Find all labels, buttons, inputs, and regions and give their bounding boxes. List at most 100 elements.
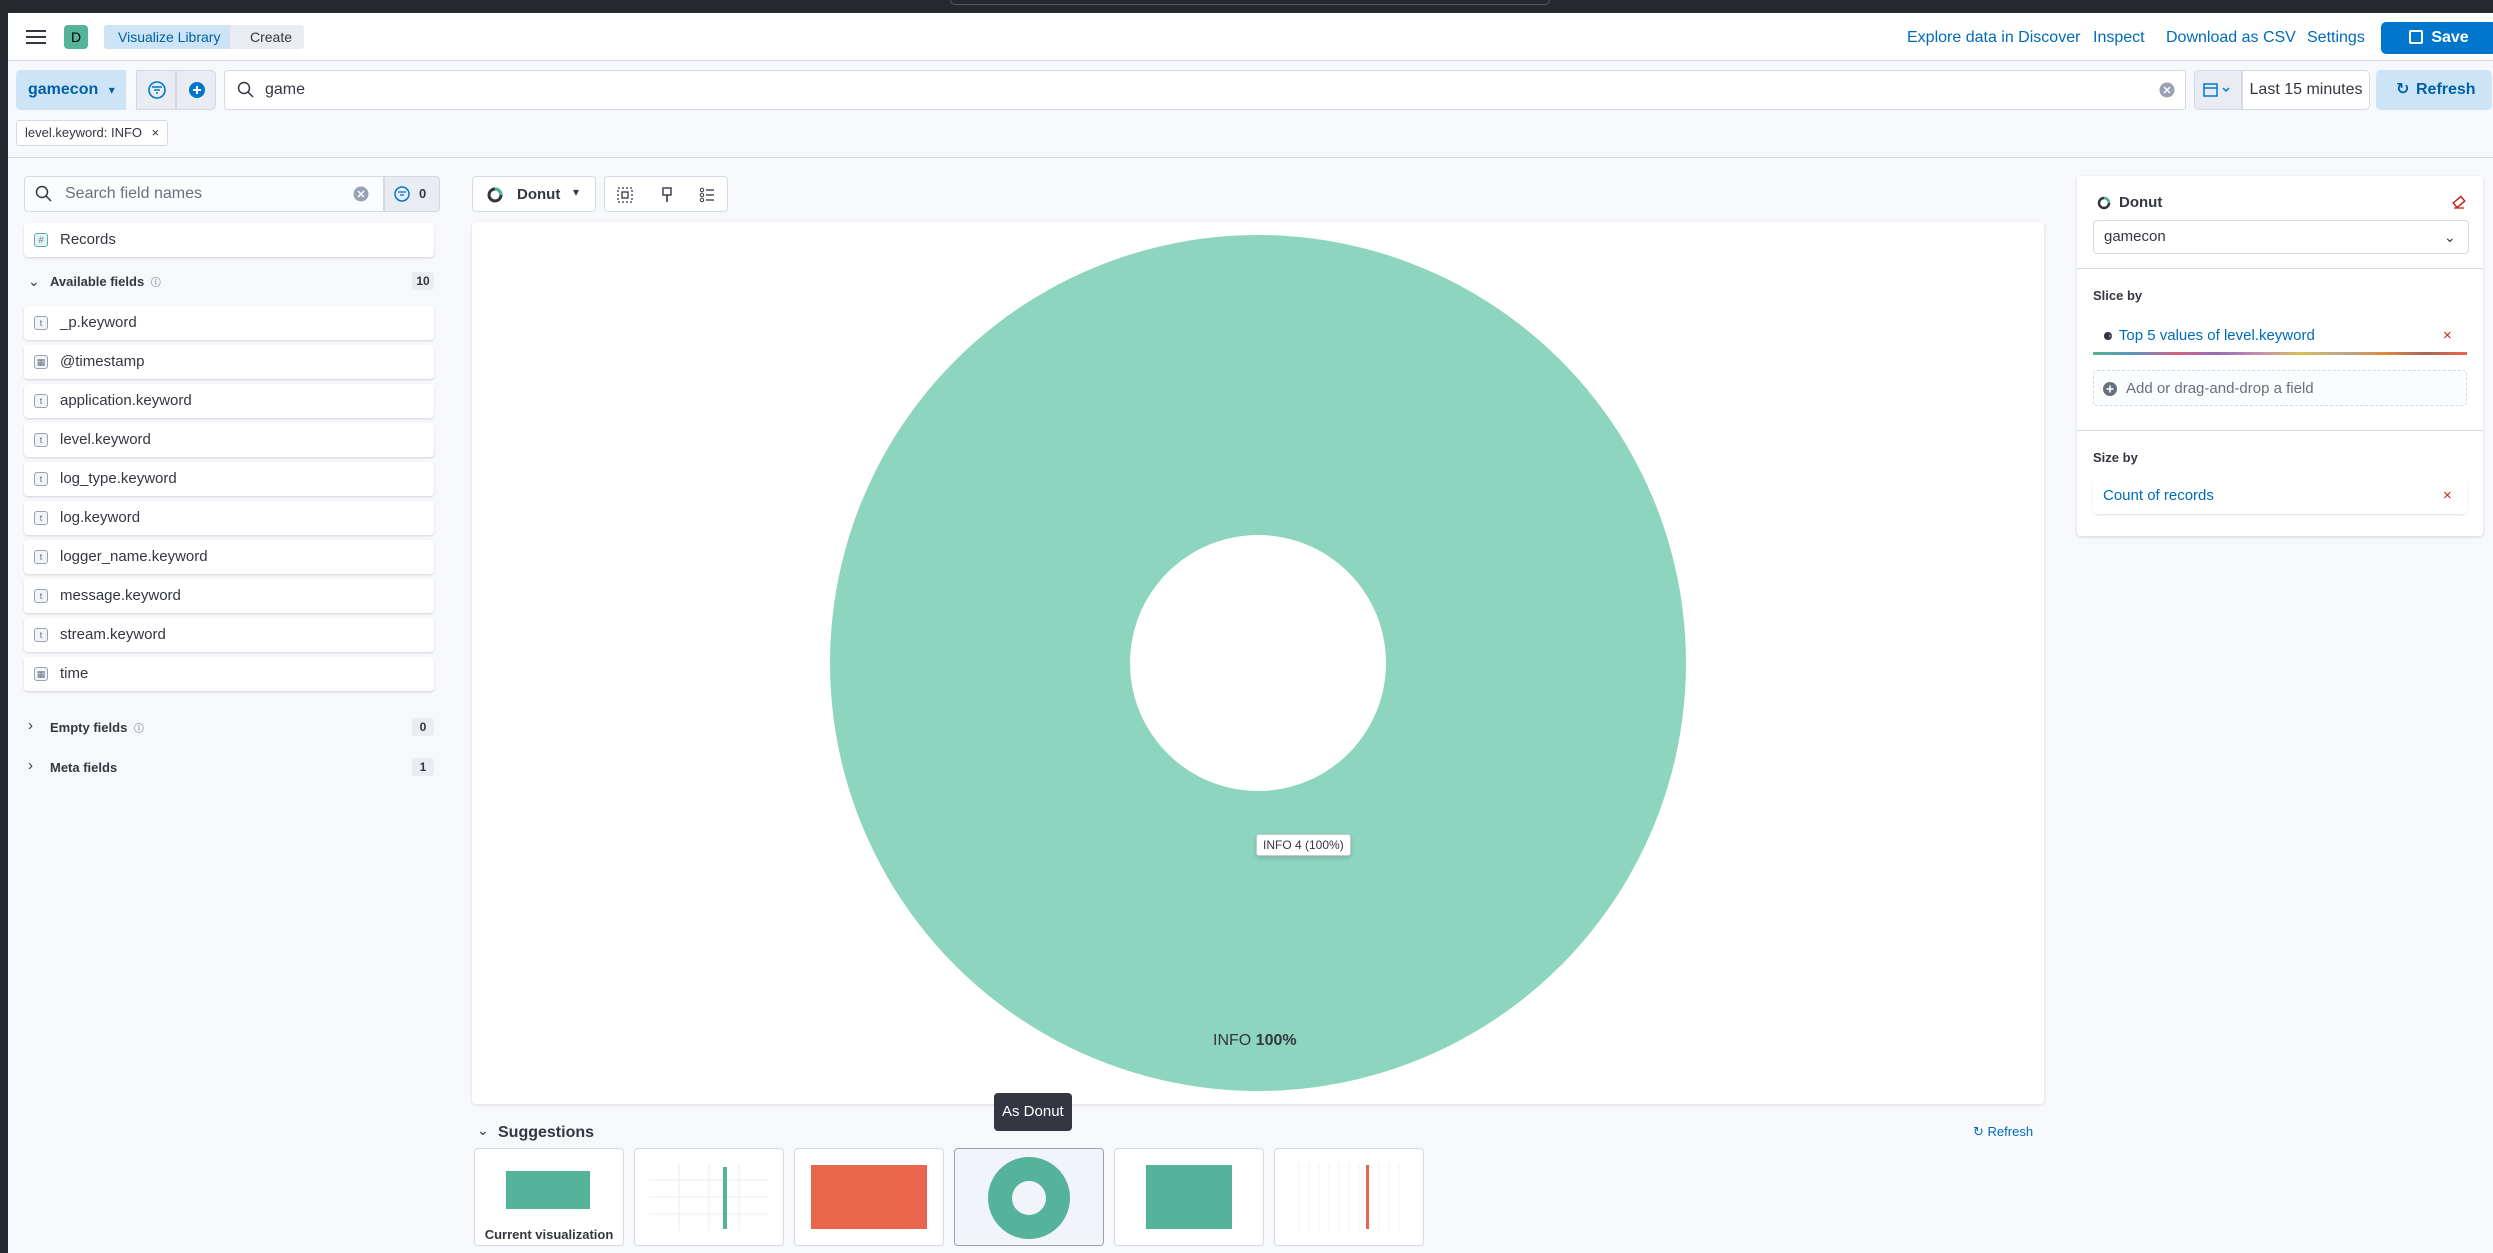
search-icon (35, 185, 52, 202)
inspect-link[interactable]: Inspect (2093, 26, 2145, 50)
meta-fields-count: 1 (412, 758, 434, 776)
remove-icon[interactable]: × (2443, 318, 2452, 354)
chart-options-group (604, 176, 728, 212)
refresh-button[interactable]: ↻ Refresh (2376, 70, 2492, 110)
field-search-input[interactable]: Search field names (24, 176, 384, 212)
chevron-down-icon: ⌄ (2444, 229, 2456, 245)
data-view-picker[interactable]: gamecon ▾ (16, 70, 126, 110)
donut-slice-info[interactable] (829, 235, 1686, 1091)
divider (2077, 430, 2483, 431)
download-csv-link[interactable]: Download as CSV (2166, 26, 2296, 50)
chart-type-switcher[interactable]: Donut ▾ (472, 176, 596, 212)
suggestion-treemap[interactable] (794, 1148, 944, 1246)
chevron-down-icon: ▾ (573, 185, 580, 199)
field-item[interactable]: t log.keyword (24, 501, 434, 535)
divider (2077, 268, 2483, 269)
field-item[interactable]: t application.keyword (24, 384, 434, 418)
filter-pill[interactable]: level.keyword: INFO × (16, 120, 169, 146)
empty-fields-toggle[interactable]: Empty fields ⓘ (50, 720, 144, 735)
field-item[interactable]: t log_type.keyword (24, 462, 434, 496)
suggestion-thumb (1298, 1163, 1400, 1231)
suggestion-thumb (1146, 1165, 1232, 1229)
field-item[interactable]: t message.keyword (24, 579, 434, 613)
brush-icon[interactable] (657, 185, 677, 205)
suggestion-thumb (811, 1165, 927, 1229)
suggestion-thumb (506, 1171, 590, 1209)
field-item[interactable]: ▦ time (24, 657, 434, 691)
field-item[interactable]: ▦ @timestamp (24, 345, 434, 379)
space-avatar[interactable]: D (64, 25, 88, 49)
donut-chart (829, 235, 1686, 1091)
close-icon[interactable]: × (152, 125, 160, 140)
field-item-label: log.keyword (60, 509, 141, 526)
settings-link[interactable]: Settings (2307, 26, 2365, 50)
layer-config-panel: Donut gamecon ⌄ Slice by ⚈ Top 5 values o… (2077, 176, 2483, 536)
date-type-icon: ▦ (34, 355, 48, 369)
donut-icon (2097, 196, 2111, 210)
suggestion-donut[interactable] (954, 1148, 1104, 1246)
chevron-right-icon[interactable]: › (28, 757, 33, 774)
field-filter-button[interactable]: 0 (384, 176, 440, 212)
frame-icon[interactable] (615, 185, 635, 205)
suggestion-metric[interactable] (1114, 1148, 1264, 1246)
meta-fields-toggle[interactable]: Meta fields (50, 760, 117, 775)
query-input[interactable]: game (224, 70, 2186, 110)
slice-by-title: Slice by (2093, 288, 2143, 303)
field-item[interactable]: t _p.keyword (24, 306, 434, 340)
plus-circle-icon (189, 82, 205, 98)
available-fields-toggle[interactable]: Available fields ⓘ (50, 274, 161, 289)
date-range-display[interactable]: Last 15 minutes (2242, 70, 2370, 110)
save-button[interactable]: Save (2381, 22, 2493, 54)
refresh-icon: ↻ (2396, 81, 2410, 98)
suggestion-bar-horizontal[interactable] (634, 1148, 784, 1246)
eraser-icon[interactable] (2451, 194, 2467, 210)
remove-icon[interactable]: × (2443, 478, 2452, 514)
string-type-icon: t (34, 394, 48, 408)
field-item[interactable]: t logger_name.keyword (24, 540, 434, 574)
field-item[interactable]: t level.keyword (24, 423, 434, 457)
field-item-label: message.keyword (60, 587, 181, 604)
string-type-icon: t (34, 589, 48, 603)
palette-bar (2093, 352, 2467, 355)
slice-label: INFO 100% (1213, 1032, 1297, 1050)
donut-icon (487, 187, 503, 203)
menu-icon[interactable] (26, 27, 46, 47)
filter-menu-button[interactable] (136, 70, 176, 110)
string-type-icon: t (34, 316, 48, 330)
chevron-right-icon[interactable]: › (28, 717, 33, 734)
field-item-label: level.keyword (60, 431, 151, 448)
add-slice-field[interactable]: Add or drag-and-drop a field (2093, 370, 2467, 406)
layer-data-view-select[interactable]: gamecon ⌄ (2093, 220, 2469, 254)
add-filter-button[interactable] (176, 70, 216, 110)
layer-chart-type: Donut (2119, 194, 2163, 211)
field-records[interactable]: # Records (24, 223, 434, 257)
window-left-edge (0, 0, 8, 1253)
clear-icon[interactable] (353, 186, 369, 202)
chevron-down-icon[interactable]: ⌄ (477, 1122, 489, 1139)
suggestion-bar-vertical[interactable] (1274, 1148, 1424, 1246)
date-picker-button[interactable] (2194, 70, 2242, 110)
field-item-label: log_type.keyword (60, 470, 177, 487)
breadcrumb-visualize-library[interactable]: Visualize Library (104, 25, 235, 49)
suggestion-current[interactable]: Current visualization (474, 1148, 624, 1246)
string-type-icon: t (34, 550, 48, 564)
plus-circle-icon (2103, 382, 2117, 396)
explore-discover-link[interactable]: Explore data in Discover (1907, 26, 2080, 50)
legend-icon[interactable] (697, 185, 717, 205)
field-item-label: stream.keyword (60, 626, 166, 643)
chevron-down-icon[interactable]: ⌄ (28, 273, 40, 290)
field-item[interactable]: t stream.keyword (24, 618, 434, 652)
suggestion-thumb (649, 1163, 769, 1231)
string-type-icon: t (34, 511, 48, 525)
suggestions-title: Suggestions (498, 1124, 595, 1141)
slice-by-dimension[interactable]: ⚈ Top 5 values of level.keyword × (2093, 318, 2467, 355)
suggestions-refresh[interactable]: ↻ Refresh (1973, 1124, 2033, 1140)
field-item-label: @timestamp (60, 353, 145, 370)
browser-url-bar (950, 0, 1550, 5)
query-text: game (265, 81, 306, 98)
size-by-metric[interactable]: Count of records × (2093, 478, 2467, 514)
app-header: D Visualize Library Create Explore data … (8, 13, 2493, 61)
available-fields-count: 10 (412, 272, 434, 290)
slice-label-percent: 100% (1255, 1032, 1297, 1049)
clear-icon[interactable] (2159, 82, 2175, 98)
